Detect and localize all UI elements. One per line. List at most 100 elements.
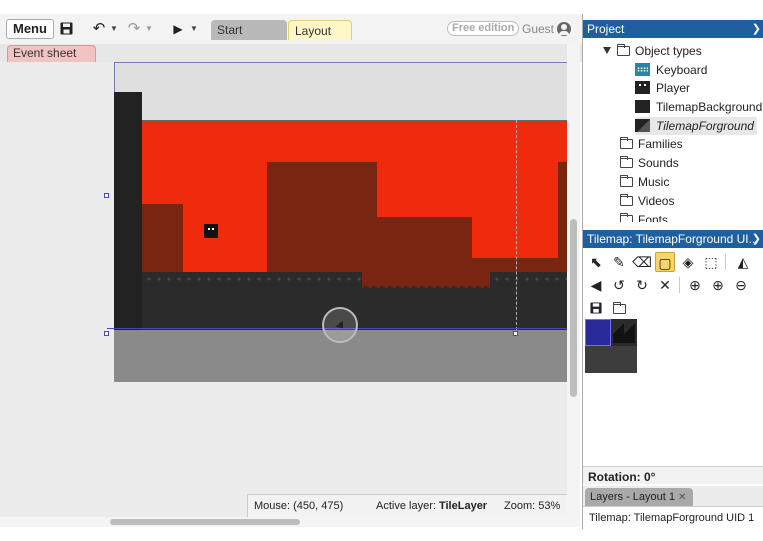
select-icon[interactable]: ⬉ bbox=[586, 252, 606, 272]
folder-icon bbox=[620, 156, 633, 168]
property-value: 0° bbox=[644, 470, 656, 484]
main-toolbar: Menu ↶ ▼ ↷ ▼ ▶ ▼ Start page✕ Layout 1✕ F… bbox=[0, 14, 582, 58]
pencil-icon[interactable]: ✎ bbox=[609, 252, 629, 272]
tab-layout-1[interactable]: Layout 1✕ bbox=[288, 20, 352, 58]
chevron-right-icon[interactable]: ❯ bbox=[752, 20, 761, 38]
rotate-cw-icon[interactable]: ↻ bbox=[632, 275, 652, 295]
horizontal-scrollbar[interactable] bbox=[0, 517, 580, 527]
panel-title: Tilemap: TilemapForground UI... bbox=[587, 232, 759, 246]
resize-handle[interactable] bbox=[104, 331, 109, 336]
tab-start-page[interactable]: Start page✕ bbox=[211, 20, 287, 57]
property-label: Rotation: bbox=[588, 470, 641, 484]
rectangle-icon[interactable]: ▢ bbox=[655, 252, 675, 272]
tree-folder-music[interactable]: Music bbox=[620, 173, 669, 191]
status-bar: Mouse: (450, 475) Active layer: TileLaye… bbox=[247, 494, 567, 517]
tilemap-panel-header[interactable]: Tilemap: TilemapForground UI... ❯ bbox=[583, 230, 763, 248]
tilemap-icon bbox=[635, 119, 650, 132]
folder-icon bbox=[620, 194, 633, 206]
tree-folder-object-types[interactable]: Object types bbox=[603, 42, 702, 60]
redo-dropdown-icon[interactable]: ▼ bbox=[145, 19, 153, 39]
resize-handle[interactable] bbox=[513, 331, 518, 336]
play-dropdown-icon[interactable]: ▼ bbox=[190, 19, 198, 39]
spike-row bbox=[362, 284, 490, 296]
tree-folder-fonts[interactable]: Fonts bbox=[620, 211, 668, 222]
selection-guide bbox=[516, 120, 517, 330]
terrain-block bbox=[267, 162, 377, 272]
panel-title: Project bbox=[587, 22, 625, 36]
menu-button[interactable]: Menu bbox=[6, 19, 54, 39]
bottom-tab-row: Layers - Layout 1 ✕ bbox=[583, 486, 763, 506]
ground-texture bbox=[492, 276, 567, 282]
project-panel-header[interactable]: Project ❯ bbox=[583, 20, 763, 38]
marquee-icon[interactable]: ⬚ bbox=[701, 252, 721, 272]
toolbar-divider bbox=[725, 254, 726, 270]
tab-event-sheet-1[interactable]: Event sheet 1✕ bbox=[7, 45, 96, 75]
rotation-property[interactable]: Rotation: 0° bbox=[583, 466, 763, 484]
folder-icon bbox=[620, 137, 633, 149]
fill-icon[interactable]: ◈ bbox=[678, 252, 698, 272]
tree-folder-families[interactable]: Families bbox=[620, 135, 683, 153]
play-icon[interactable]: ▶ bbox=[171, 19, 185, 39]
flip-icon[interactable]: ◀ bbox=[586, 275, 606, 295]
folder-icon bbox=[620, 213, 633, 222]
terrain-block bbox=[142, 204, 183, 272]
tab-label: Layers - Layout 1 bbox=[590, 491, 675, 503]
tree-item-tilemap-background[interactable]: TilemapBackground bbox=[635, 98, 762, 116]
player-sprite[interactable] bbox=[204, 224, 218, 238]
tab-layers[interactable]: Layers - Layout 1 ✕ bbox=[585, 488, 693, 506]
selected-tile[interactable] bbox=[585, 319, 611, 346]
mirror-icon[interactable]: ◭ bbox=[733, 252, 753, 272]
save-icon[interactable] bbox=[57, 19, 75, 39]
terrain-block bbox=[377, 217, 472, 272]
close-icon[interactable]: ✕ bbox=[678, 492, 686, 503]
zoom-in-icon[interactable]: ⊕ bbox=[708, 275, 728, 295]
tilemap-wall bbox=[114, 92, 142, 330]
scrollbar-thumb[interactable] bbox=[570, 219, 577, 397]
tree-label: TilemapForground bbox=[656, 119, 754, 133]
terrain-block bbox=[472, 258, 558, 272]
tree-label: Object types bbox=[635, 44, 702, 58]
keyboard-icon bbox=[635, 63, 650, 76]
tree-label: Music bbox=[638, 175, 670, 189]
right-sidebar: Project ❯ Object types Keyboard Player Ti… bbox=[582, 14, 763, 529]
redo-icon[interactable]: ↷ bbox=[126, 19, 142, 39]
folder-icon bbox=[620, 175, 633, 187]
user-icon[interactable] bbox=[557, 22, 571, 36]
layout-canvas[interactable] bbox=[0, 62, 567, 517]
eraser-icon[interactable]: ⌫ bbox=[632, 252, 652, 272]
tileset-preview[interactable] bbox=[585, 319, 637, 373]
active-layer: Active layer: TileLayer bbox=[376, 495, 487, 517]
tree-item-tilemap-forground[interactable]: TilemapForground bbox=[635, 117, 757, 135]
tree-item-player[interactable]: Player bbox=[635, 79, 690, 97]
scrollbar-thumb[interactable] bbox=[110, 519, 300, 525]
tree-folder-videos[interactable]: Videos bbox=[620, 192, 674, 210]
chevron-right-icon[interactable]: ❯ bbox=[752, 230, 761, 248]
undo-dropdown-icon[interactable]: ▼ bbox=[110, 19, 118, 39]
resize-handle[interactable] bbox=[104, 193, 109, 198]
zoom-out-icon[interactable]: ⊖ bbox=[731, 275, 751, 295]
vertical-scrollbar[interactable] bbox=[567, 44, 580, 517]
rotate-ccw-icon[interactable]: ↺ bbox=[609, 275, 629, 295]
zoom-fit-icon[interactable]: ⊕ bbox=[685, 275, 705, 295]
expand-arrow-icon[interactable] bbox=[603, 47, 611, 54]
terrain-block bbox=[558, 162, 567, 272]
folder-icon bbox=[617, 44, 630, 56]
tree-label: Fonts bbox=[638, 213, 669, 222]
edition-badge[interactable]: Free edition bbox=[447, 21, 520, 36]
tilemap-icon bbox=[635, 100, 650, 113]
tree-label: Sounds bbox=[638, 156, 679, 170]
mouse-position: Mouse: (450, 475) bbox=[254, 500, 344, 512]
save-icon[interactable] bbox=[586, 298, 606, 318]
folder-icon[interactable] bbox=[609, 298, 629, 318]
tree-label: Videos bbox=[638, 194, 675, 208]
active-layer-label: Active layer: bbox=[376, 500, 436, 512]
tree-item-keyboard[interactable]: Keyboard bbox=[635, 61, 707, 79]
ground-tile[interactable] bbox=[585, 346, 637, 373]
selected-object-info: Tilemap: TilemapForground UID 1 bbox=[583, 506, 763, 529]
spike-tile[interactable] bbox=[613, 321, 635, 343]
tree-folder-sounds[interactable]: Sounds bbox=[620, 154, 679, 172]
tree-label: Keyboard bbox=[656, 63, 708, 77]
user-label[interactable]: Guest bbox=[522, 19, 554, 39]
undo-icon[interactable]: ↶ bbox=[91, 19, 107, 39]
reset-icon[interactable]: ✕ bbox=[655, 275, 675, 295]
